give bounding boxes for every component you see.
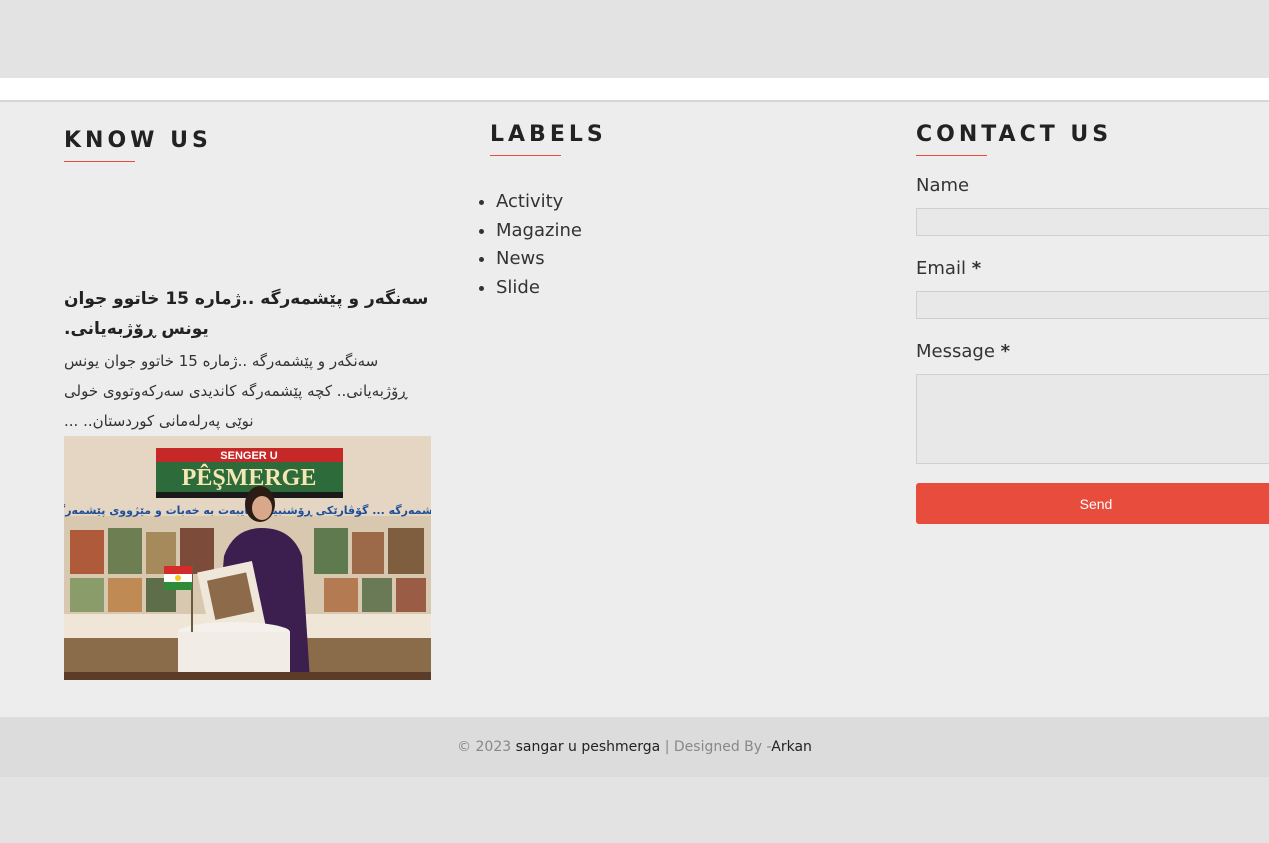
name-field-label: Name: [916, 175, 969, 196]
message-field[interactable]: [916, 374, 1269, 464]
know-us-title: KNOW US: [64, 128, 212, 153]
name-field[interactable]: [916, 208, 1269, 236]
footer-bar: © 2023 sangar u peshmerga | Designed By …: [0, 717, 1269, 777]
page-top-band: [0, 0, 1269, 78]
copyright-text: © 2023: [457, 739, 512, 755]
magazine-event-photo: SENGER U PÊŞMERGE پێشمەرگە ... گۆڤارێکی …: [64, 436, 431, 680]
label-item-magazine: Magazine: [496, 217, 582, 246]
labels-title-underline: [490, 155, 561, 156]
content-bottom-strip: [0, 78, 1269, 100]
designer-link[interactable]: Arkan: [771, 739, 812, 755]
designed-by-text: | Designed By -: [664, 739, 772, 755]
label-item-news: News: [496, 245, 582, 274]
message-label-text: Message: [916, 341, 995, 362]
featured-post-image[interactable]: SENGER U PÊŞMERGE پێشمەرگە ... گۆڤارێکی …: [64, 436, 431, 680]
label-item-activity: Activity: [496, 188, 582, 217]
label-link[interactable]: News: [496, 248, 545, 269]
contact-us-title: CONTACT US: [916, 122, 1113, 147]
email-field[interactable]: [916, 291, 1269, 319]
contact-us-title-underline: [916, 155, 987, 156]
magazine-header-big-text: PÊŞMERGE: [182, 464, 317, 491]
magazine-header-small-text: SENGER U: [220, 450, 278, 462]
required-mark: *: [1000, 341, 1011, 362]
email-field-label: Email *: [916, 258, 981, 279]
required-mark: *: [971, 258, 982, 279]
page-bottom-band: [0, 777, 1269, 843]
label-link[interactable]: Magazine: [496, 220, 582, 241]
email-label-text: Email: [916, 258, 966, 279]
site-name-link[interactable]: sangar u peshmerga: [516, 739, 661, 755]
labels-title: LABELS: [490, 122, 607, 147]
label-link[interactable]: Slide: [496, 277, 540, 298]
featured-post-snippet: سەنگەر و پێشمەرگە ..ژمارە 15 خاتوو جوان …: [64, 352, 408, 430]
label-link[interactable]: Activity: [496, 191, 563, 212]
label-item-slide: Slide: [496, 274, 582, 303]
footer-credits: © 2023 sangar u peshmerga | Designed By …: [0, 739, 1269, 755]
labels-list: Activity Magazine News Slide: [475, 188, 582, 302]
know-us-title-underline: [64, 161, 135, 162]
featured-post-title[interactable]: سەنگەر و پێشمەرگە ..ژمارە 15 خاتوو جوان …: [64, 284, 431, 344]
message-field-label: Message *: [916, 341, 1010, 362]
send-button[interactable]: Send: [916, 483, 1269, 524]
name-label-text: Name: [916, 175, 970, 196]
